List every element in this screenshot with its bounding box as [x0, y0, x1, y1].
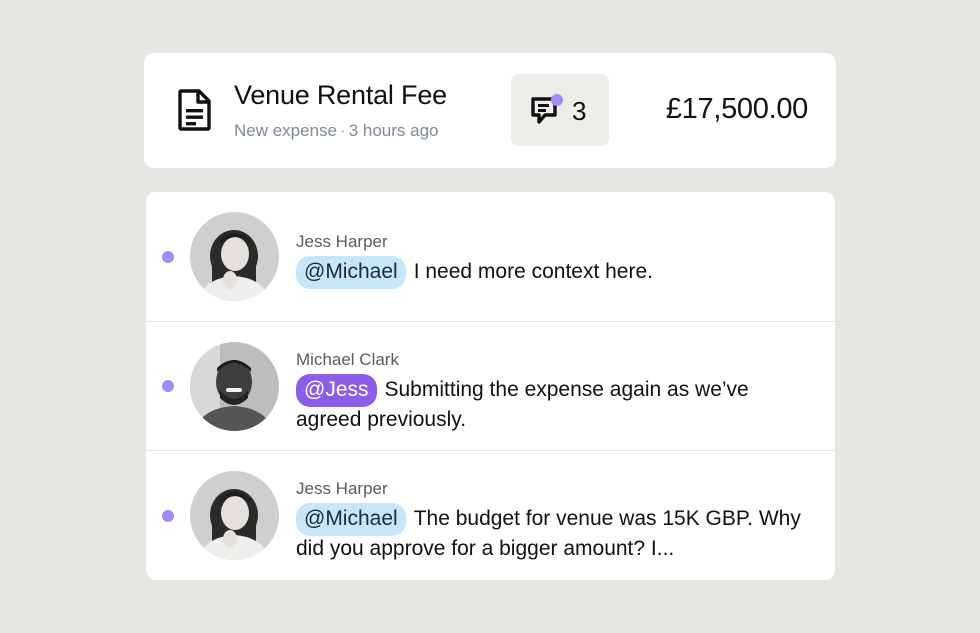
expense-amount: £17,500.00 — [665, 93, 808, 125]
unread-indicator — [162, 380, 174, 392]
comment-body: @Jess Submitting the expense again as we’… — [296, 374, 816, 433]
comment-author: Michael Clark — [296, 350, 399, 369]
mention-chip[interactable]: @Michael — [296, 256, 406, 289]
expense-status: New expense — [234, 121, 338, 140]
avatar[interactable] — [190, 342, 279, 431]
expense-time: 3 hours ago — [348, 121, 439, 140]
comment-author: Jess Harper — [296, 232, 388, 251]
document-icon — [178, 89, 211, 131]
comment-body: @Michael The budget for venue was 15K GBP… — [296, 503, 816, 562]
avatar[interactable] — [190, 471, 279, 560]
comments-list: Jess Harper @Michael I need more context … — [146, 192, 835, 580]
avatar[interactable] — [190, 212, 279, 301]
expense-subtitle: New expense · 3 hours ago — [234, 121, 438, 141]
comment-item[interactable]: Michael Clark @Jess Submitting the expens… — [146, 321, 835, 451]
comment-item[interactable]: Jess Harper @Michael I need more context … — [146, 192, 835, 321]
comment-item[interactable]: Jess Harper @Michael The budget for venue… — [146, 450, 835, 580]
comment-count-button[interactable]: 3 — [511, 74, 609, 146]
unread-indicator — [162, 251, 174, 263]
comment-icon — [531, 94, 563, 124]
comment-text: I need more context here. — [413, 260, 653, 283]
comment-count: 3 — [572, 96, 587, 126]
mention-chip[interactable]: @Michael — [296, 503, 406, 536]
mention-chip[interactable]: @Jess — [296, 374, 377, 407]
unread-indicator — [162, 510, 174, 522]
expense-title: Venue Rental Fee — [234, 80, 447, 110]
comment-author: Jess Harper — [296, 479, 388, 498]
comment-body: @Michael I need more context here. — [296, 256, 816, 289]
subtitle-separator: · — [340, 121, 346, 140]
